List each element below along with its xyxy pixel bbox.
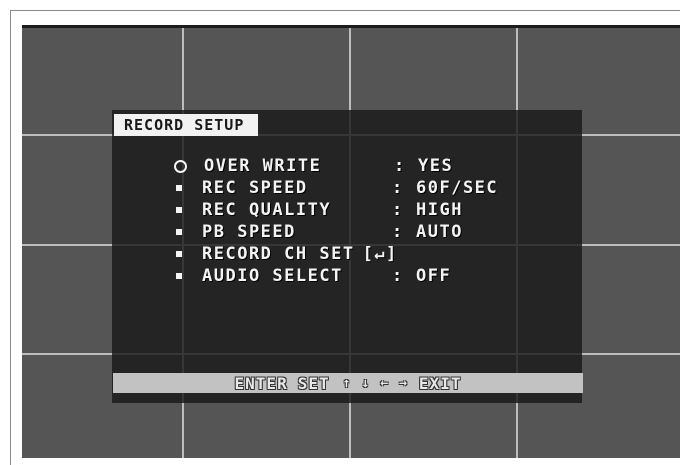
dvr-screen: RECORD SETUP OVER WRITE : YES REC SPEED …	[22, 25, 680, 458]
bullet-square-icon	[176, 229, 182, 235]
menu-item-over-write[interactable]: OVER WRITE : YES	[172, 156, 453, 176]
menu-item-value: HIGH	[416, 200, 463, 220]
menu-item-label: PB SPEED	[202, 222, 296, 242]
menu-item-separator: :	[392, 200, 404, 220]
menu-item-label: RECORD CH SET	[202, 244, 355, 264]
enter-return-icon: [↵]	[362, 244, 398, 264]
menu-item-value: AUTO	[416, 222, 463, 242]
page-frame-top	[10, 10, 680, 11]
menu-item-pb-speed[interactable]: PB SPEED : AUTO	[172, 222, 463, 242]
arrow-right-icon: →	[399, 375, 408, 391]
bullet-square-icon	[176, 207, 182, 213]
menu-item-label: AUDIO SELECT	[202, 266, 343, 286]
help-set-label: SET	[297, 373, 330, 393]
menu-title: RECORD SETUP	[114, 114, 259, 136]
menu-item-separator: :	[392, 222, 404, 242]
arrow-up-icon: ↑	[342, 375, 352, 391]
selected-circle-icon	[174, 159, 187, 173]
arrow-left-icon: ←	[380, 375, 390, 391]
menu-item-label: REC SPEED	[202, 178, 308, 198]
help-exit-label: EXIT	[418, 373, 462, 393]
help-enter-label: ENTER	[234, 373, 288, 393]
help-bar: ENTER SET ↑ ↓ ← → EXIT	[113, 373, 583, 393]
menu-item-value: 60F/SEC	[416, 178, 499, 198]
menu-item-label: REC QUALITY	[202, 200, 332, 220]
bullet-square-icon	[176, 273, 182, 279]
menu-item-audio-select[interactable]: AUDIO SELECT : OFF	[172, 266, 451, 286]
menu-item-separator: :	[392, 266, 404, 286]
menu-item-separator: :	[392, 178, 404, 198]
menu-item-value: OFF	[416, 266, 452, 286]
menu-item-separator: :	[394, 156, 406, 176]
page-frame-left	[10, 10, 11, 465]
bullet-square-icon	[176, 185, 182, 191]
menu-item-rec-quality[interactable]: REC QUALITY : HIGH	[172, 200, 463, 220]
menu-item-record-ch-set[interactable]: RECORD CH SET [↵]	[172, 244, 398, 264]
menu-item-value: YES	[418, 156, 454, 176]
arrow-down-icon: ↓	[361, 375, 371, 391]
bullet-square-icon	[176, 251, 182, 257]
menu-item-rec-speed[interactable]: REC SPEED : 60F/SEC	[172, 178, 498, 198]
menu-item-label: OVER WRITE	[204, 156, 322, 176]
